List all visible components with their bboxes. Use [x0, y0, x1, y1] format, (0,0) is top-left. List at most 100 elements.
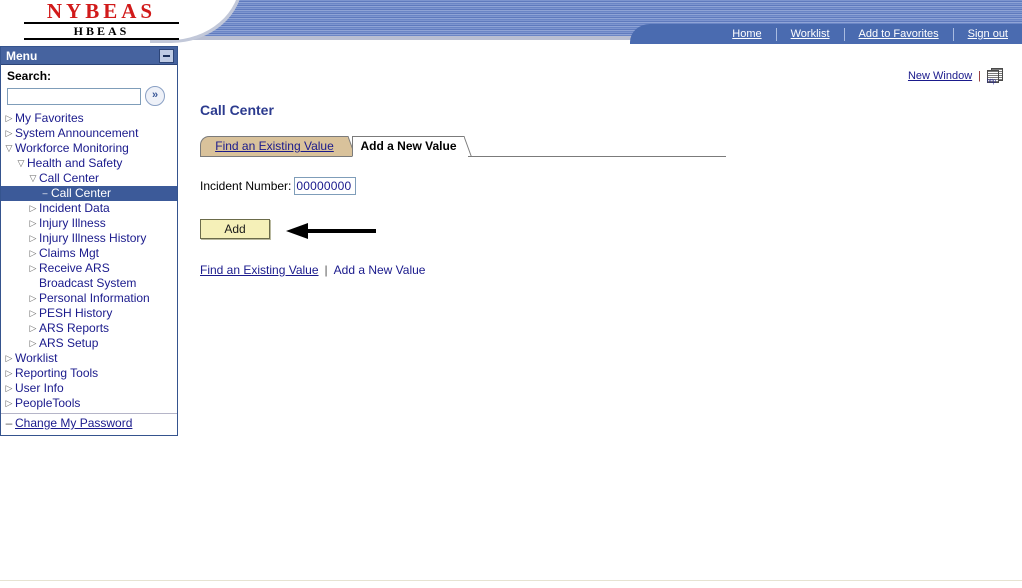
- menu-item-label: Claims Mgt: [39, 246, 100, 260]
- menu-search-row: »: [1, 85, 177, 111]
- tab-find-an-existing-value[interactable]: Find an Existing Value: [200, 136, 348, 157]
- top-navigation-bar: Home Worklist Add to Favorites Sign out: [630, 24, 1022, 44]
- http-icon-label: http: [987, 79, 996, 85]
- add-button[interactable]: Add: [200, 219, 270, 239]
- tab-bar-rail: [468, 156, 726, 157]
- chevron-right-icon: ▷: [29, 338, 37, 348]
- chevron-right-icon: ▷: [5, 398, 13, 408]
- menu-item-label: Injury Illness History: [39, 231, 147, 245]
- menu-item-ars-reports[interactable]: ▷ ARS Reports: [1, 321, 177, 336]
- minimize-icon[interactable]: [159, 48, 174, 63]
- menu-tree: ▷ My Favorites ▷ System Announcement ▽ W…: [1, 111, 177, 433]
- double-chevron-right-icon[interactable]: »: [145, 86, 165, 106]
- incident-number-input[interactable]: [294, 177, 357, 195]
- chevron-right-icon: ▷: [5, 128, 13, 138]
- bottom-links-separator: |: [324, 263, 328, 277]
- menu-item-change-my-password[interactable]: – Change My Password: [1, 413, 177, 431]
- nav-item-add-to-favorites[interactable]: Add to Favorites: [845, 28, 953, 41]
- bottom-link-add-a-new-value: Add a New Value: [333, 263, 426, 277]
- menu-item-injury-illness-history[interactable]: ▷ Injury Illness History: [1, 231, 177, 246]
- menu-item-label: ARS Reports: [39, 321, 110, 335]
- menu-item-workforce-monitoring[interactable]: ▽ Workforce Monitoring: [1, 141, 177, 156]
- menu-panel-title: Menu: [6, 48, 38, 63]
- menu-search-label: Search:: [7, 69, 52, 83]
- annotation-arrow: [286, 223, 376, 239]
- page-title: Call Center: [200, 102, 274, 118]
- menu-item-receive-ars-broadcast-system[interactable]: ▷ Receive ARS Broadcast System: [1, 261, 177, 291]
- new-window-row: New Window | http: [908, 68, 1003, 85]
- chevron-right-icon: ▷: [29, 293, 37, 303]
- chevron-right-icon: ▷: [5, 383, 13, 393]
- menu-item-system-announcement[interactable]: ▷ System Announcement: [1, 126, 177, 141]
- footer-divider: [0, 580, 1022, 581]
- menu-item-label: Call Center: [39, 171, 100, 185]
- menu-item-label: Injury Illness: [39, 216, 106, 230]
- tab-label: Find an Existing Value: [215, 139, 334, 153]
- menu-item-label: Workforce Monitoring: [15, 141, 129, 155]
- menu-item-label: User Info: [15, 381, 64, 395]
- menu-item-pesh-history[interactable]: ▷ PESH History: [1, 306, 177, 321]
- nav-item-worklist[interactable]: Worklist: [777, 28, 844, 41]
- chevron-right-icon: ▷: [29, 218, 37, 228]
- logo-secondary-text: HBEAS: [24, 25, 179, 40]
- menu-item-ars-setup[interactable]: ▷ ARS Setup: [1, 336, 177, 351]
- menu-item-user-info[interactable]: ▷ User Info: [1, 381, 177, 396]
- menu-item-label: Reporting Tools: [15, 366, 99, 380]
- chevron-right-icon: ▷: [29, 248, 37, 258]
- menu-item-label: PESH History: [39, 306, 113, 320]
- chevron-right-icon: ▷: [29, 203, 37, 213]
- chevron-right-icon: ▷: [29, 308, 37, 318]
- new-window-separator: |: [978, 70, 981, 82]
- menu-item-injury-illness[interactable]: ▷ Injury Illness: [1, 216, 177, 231]
- http-page-icon[interactable]: http: [987, 68, 1003, 85]
- chevron-down-icon: ▽: [5, 143, 13, 153]
- menu-item-worklist[interactable]: ▷ Worklist: [1, 351, 177, 366]
- chevron-right-icon: ▷: [29, 233, 37, 243]
- menu-item-my-favorites[interactable]: ▷ My Favorites: [1, 111, 177, 126]
- chevron-right-icon: ▷: [5, 113, 13, 123]
- chevron-right-icon: ▷: [29, 323, 37, 333]
- menu-item-health-and-safety[interactable]: ▽ Health and Safety: [1, 156, 177, 171]
- menu-panel: Menu Search: » ▷ My Favorites ▷ System A…: [0, 46, 178, 436]
- nybeas-logo: NYBEAS HBEAS: [24, 0, 179, 40]
- bottom-link-find-an-existing-value[interactable]: Find an Existing Value: [200, 263, 319, 277]
- chevron-down-icon: ▽: [17, 158, 25, 168]
- menu-panel-header: Menu: [1, 47, 177, 65]
- dash-icon: –: [42, 188, 48, 198]
- menu-item-label: PeopleTools: [15, 396, 81, 410]
- dash-icon: –: [5, 416, 13, 430]
- tab-label: Add a New Value: [360, 139, 457, 153]
- bottom-links: Find an Existing Value | Add a New Value: [200, 263, 425, 277]
- menu-item-label: Incident Data: [39, 201, 110, 215]
- new-window-link[interactable]: New Window: [908, 70, 972, 82]
- chevron-down-icon: ▽: [29, 173, 37, 183]
- menu-item-label: Health and Safety: [27, 156, 123, 170]
- change-my-password-link[interactable]: Change My Password: [15, 415, 132, 431]
- logo-primary-text: NYBEAS: [24, 0, 179, 24]
- menu-item-label: Personal Information: [39, 291, 150, 305]
- chevron-right-icon: ▷: [5, 353, 13, 363]
- menu-item-personal-information[interactable]: ▷ Personal Information: [1, 291, 177, 306]
- nav-item-sign-out[interactable]: Sign out: [954, 28, 1022, 41]
- nav-item-home[interactable]: Home: [718, 28, 775, 41]
- menu-item-call-center-group[interactable]: ▽ Call Center: [1, 171, 177, 186]
- menu-search-input[interactable]: [7, 87, 141, 105]
- menu-item-label: ARS Setup: [39, 336, 99, 350]
- menu-item-reporting-tools[interactable]: ▷ Reporting Tools: [1, 366, 177, 381]
- menu-item-label: Receive ARS Broadcast System: [39, 261, 137, 290]
- menu-item-label: System Announcement: [15, 126, 139, 140]
- menu-item-label: Worklist: [15, 351, 58, 365]
- incident-number-field-row: Incident Number:: [200, 177, 357, 195]
- tab-add-a-new-value[interactable]: Add a New Value: [352, 136, 464, 157]
- menu-item-label: Call Center: [51, 186, 112, 200]
- menu-item-incident-data[interactable]: ▷ Incident Data: [1, 201, 177, 216]
- chevron-right-icon: ▷: [29, 263, 37, 273]
- menu-item-call-center-selected[interactable]: – Call Center: [1, 186, 177, 201]
- tab-bar: Find an Existing Value Add a New Value: [200, 136, 728, 158]
- chevron-right-icon: ▷: [5, 368, 13, 378]
- menu-item-claims-mgt[interactable]: ▷ Claims Mgt: [1, 246, 177, 261]
- menu-item-label: My Favorites: [15, 111, 84, 125]
- menu-item-peopletools[interactable]: ▷ PeopleTools: [1, 396, 177, 411]
- menu-panel-body: Search: » ▷ My Favorites ▷ System Announ…: [1, 65, 177, 435]
- incident-number-label: Incident Number:: [200, 179, 292, 193]
